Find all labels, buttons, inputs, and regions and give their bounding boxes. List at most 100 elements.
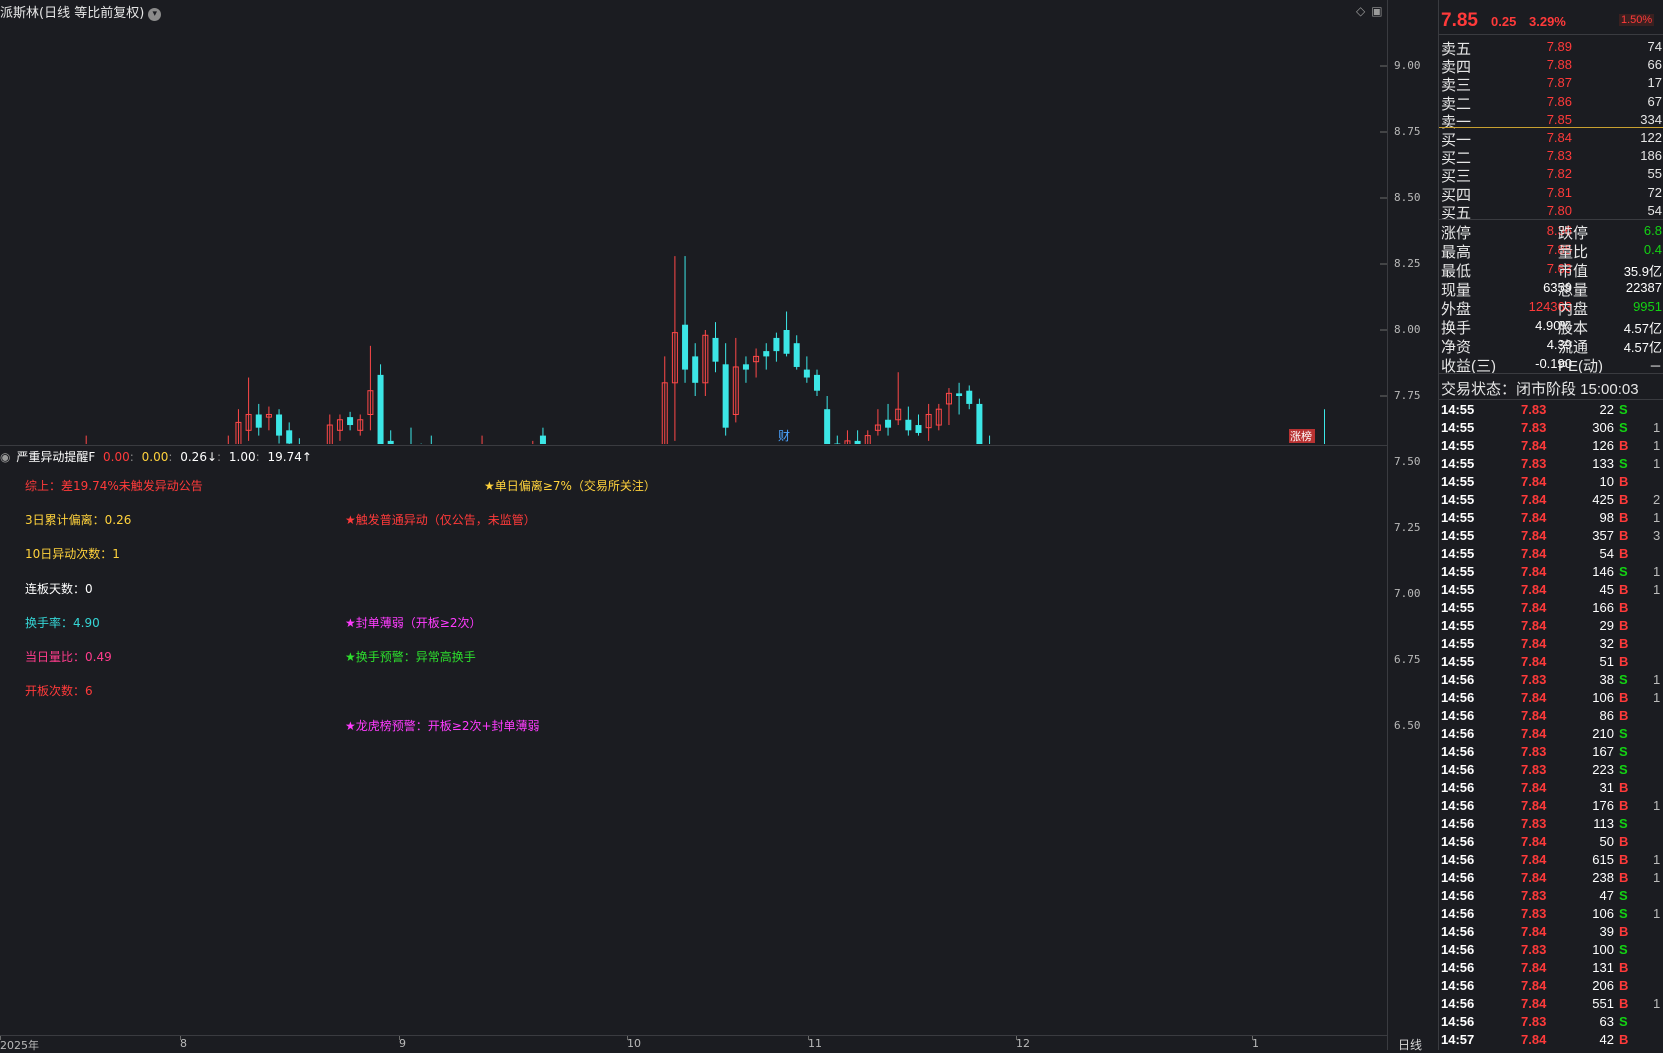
tick-row[interactable]: 14:557.84166B [1439, 600, 1663, 618]
tick-row[interactable]: 14:567.83100S [1439, 942, 1663, 960]
tick-row[interactable]: 14:567.8450B [1439, 834, 1663, 852]
candle[interactable] [713, 322, 719, 372]
tick-row[interactable]: 14:557.8451B [1439, 654, 1663, 672]
candle[interactable] [773, 333, 779, 362]
candle[interactable] [966, 385, 972, 409]
bid-row[interactable]: 买二7.83186 [1439, 147, 1663, 165]
tick-row[interactable]: 14:567.84238B1 [1439, 870, 1663, 888]
candle[interactable] [358, 414, 363, 435]
candle[interactable] [347, 412, 353, 430]
candle[interactable] [794, 335, 800, 369]
candle[interactable] [296, 438, 302, 444]
window-icon[interactable]: ▣ [1371, 4, 1382, 18]
candle[interactable] [905, 407, 911, 436]
ask-row[interactable]: 卖二7.8667 [1439, 93, 1663, 111]
candle[interactable] [388, 430, 394, 444]
tick-row[interactable]: 14:567.8363S [1439, 1014, 1663, 1032]
candle[interactable] [530, 441, 535, 444]
tick-row[interactable]: 14:567.84615B1 [1439, 852, 1663, 870]
tick-row[interactable]: 14:557.84357B3 [1439, 528, 1663, 546]
candle[interactable] [428, 436, 434, 444]
candle[interactable] [662, 356, 667, 444]
tick-row[interactable]: 14:567.84210S [1439, 726, 1663, 744]
candle[interactable] [946, 388, 951, 425]
candle[interactable] [743, 356, 749, 382]
candle[interactable] [480, 436, 485, 444]
tick-row[interactable]: 14:567.83113S [1439, 816, 1663, 834]
candle[interactable] [763, 343, 769, 369]
tick-row[interactable]: 14:557.84126B1 [1439, 438, 1663, 456]
limit-up-marker[interactable]: 涨榜 [1290, 429, 1312, 443]
tick-row[interactable]: 14:567.8439B [1439, 924, 1663, 942]
candle[interactable] [368, 346, 373, 430]
tick-row[interactable]: 14:557.8454B [1439, 546, 1663, 564]
candle[interactable] [936, 404, 941, 430]
candle[interactable] [976, 399, 982, 444]
bid-row[interactable]: 买四7.8172 [1439, 184, 1663, 202]
candle[interactable] [804, 356, 810, 382]
candle[interactable] [987, 436, 993, 444]
candle[interactable] [266, 407, 271, 431]
candle[interactable] [814, 370, 820, 396]
candle[interactable] [408, 428, 414, 444]
bid-row[interactable]: 买三7.8255 [1439, 165, 1663, 183]
candle[interactable] [896, 372, 901, 425]
tick-row[interactable]: 14:567.8431B [1439, 780, 1663, 798]
candle[interactable] [540, 428, 546, 444]
candle[interactable] [784, 312, 790, 357]
tick-row[interactable]: 14:567.84206B [1439, 978, 1663, 996]
candle[interactable] [824, 396, 830, 444]
candle[interactable] [236, 409, 241, 444]
tick-row[interactable]: 14:557.8322S [1439, 402, 1663, 420]
candle[interactable] [226, 436, 231, 444]
tick-row[interactable]: 14:567.83223S [1439, 762, 1663, 780]
candle[interactable] [926, 404, 931, 441]
candle[interactable] [703, 330, 708, 396]
candle[interactable] [256, 404, 262, 436]
bid-row[interactable]: 买一7.84122 [1439, 129, 1663, 147]
ask-row[interactable]: 卖三7.8717 [1439, 74, 1663, 92]
tick-row[interactable]: 14:567.83106S1 [1439, 906, 1663, 924]
chevron-down-icon[interactable]: ▾ [148, 8, 161, 21]
tick-row[interactable]: 14:567.8486B [1439, 708, 1663, 726]
period-label[interactable]: 日线 [1398, 1036, 1422, 1053]
tick-row[interactable]: 14:557.8498B1 [1439, 510, 1663, 528]
tick-row[interactable]: 14:567.8338S1 [1439, 672, 1663, 690]
tick-row[interactable]: 14:567.84106B1 [1439, 690, 1663, 708]
tick-row[interactable]: 14:557.84146S1 [1439, 564, 1663, 582]
bid-row[interactable]: 买五7.8054 [1439, 202, 1663, 220]
tick-row[interactable]: 14:557.8410B [1439, 474, 1663, 492]
candle[interactable] [337, 414, 342, 440]
tick-row[interactable]: 14:557.8429B [1439, 618, 1663, 636]
candle[interactable] [733, 338, 738, 422]
candle[interactable] [1322, 409, 1328, 444]
tick-row[interactable]: 14:557.84425B2 [1439, 492, 1663, 510]
tick-row[interactable]: 14:567.8347S [1439, 888, 1663, 906]
tick-row[interactable]: 14:567.83167S [1439, 744, 1663, 762]
candle[interactable] [378, 364, 384, 444]
tick-row[interactable]: 14:567.84551B1 [1439, 996, 1663, 1014]
candle[interactable] [845, 430, 850, 444]
candle[interactable] [84, 436, 89, 444]
candle[interactable] [865, 430, 870, 444]
candle[interactable] [855, 430, 861, 444]
finance-marker[interactable]: 财 [778, 429, 790, 443]
candle[interactable] [286, 422, 292, 444]
candle[interactable] [834, 436, 840, 444]
collapse-icon[interactable]: ◉ [0, 450, 10, 464]
candle[interactable] [692, 343, 698, 396]
candle[interactable] [754, 348, 759, 377]
diamond-icon[interactable]: ◇ [1356, 4, 1365, 18]
candle[interactable] [956, 383, 962, 415]
candle[interactable] [885, 404, 891, 436]
tick-row[interactable]: 14:557.8445B1 [1439, 582, 1663, 600]
tick-row[interactable]: 14:557.83133S1 [1439, 456, 1663, 474]
kline-chart-svg[interactable]: ← 9.20← 6.30财涨榜 [0, 0, 1387, 444]
candle[interactable] [875, 409, 880, 435]
tick-row[interactable]: 14:567.84131B [1439, 960, 1663, 978]
candle[interactable] [682, 256, 688, 383]
tick-row[interactable]: 14:577.8442B [1439, 1032, 1663, 1050]
candle[interactable] [327, 414, 332, 444]
candle[interactable] [916, 414, 922, 435]
candle[interactable] [246, 378, 251, 441]
